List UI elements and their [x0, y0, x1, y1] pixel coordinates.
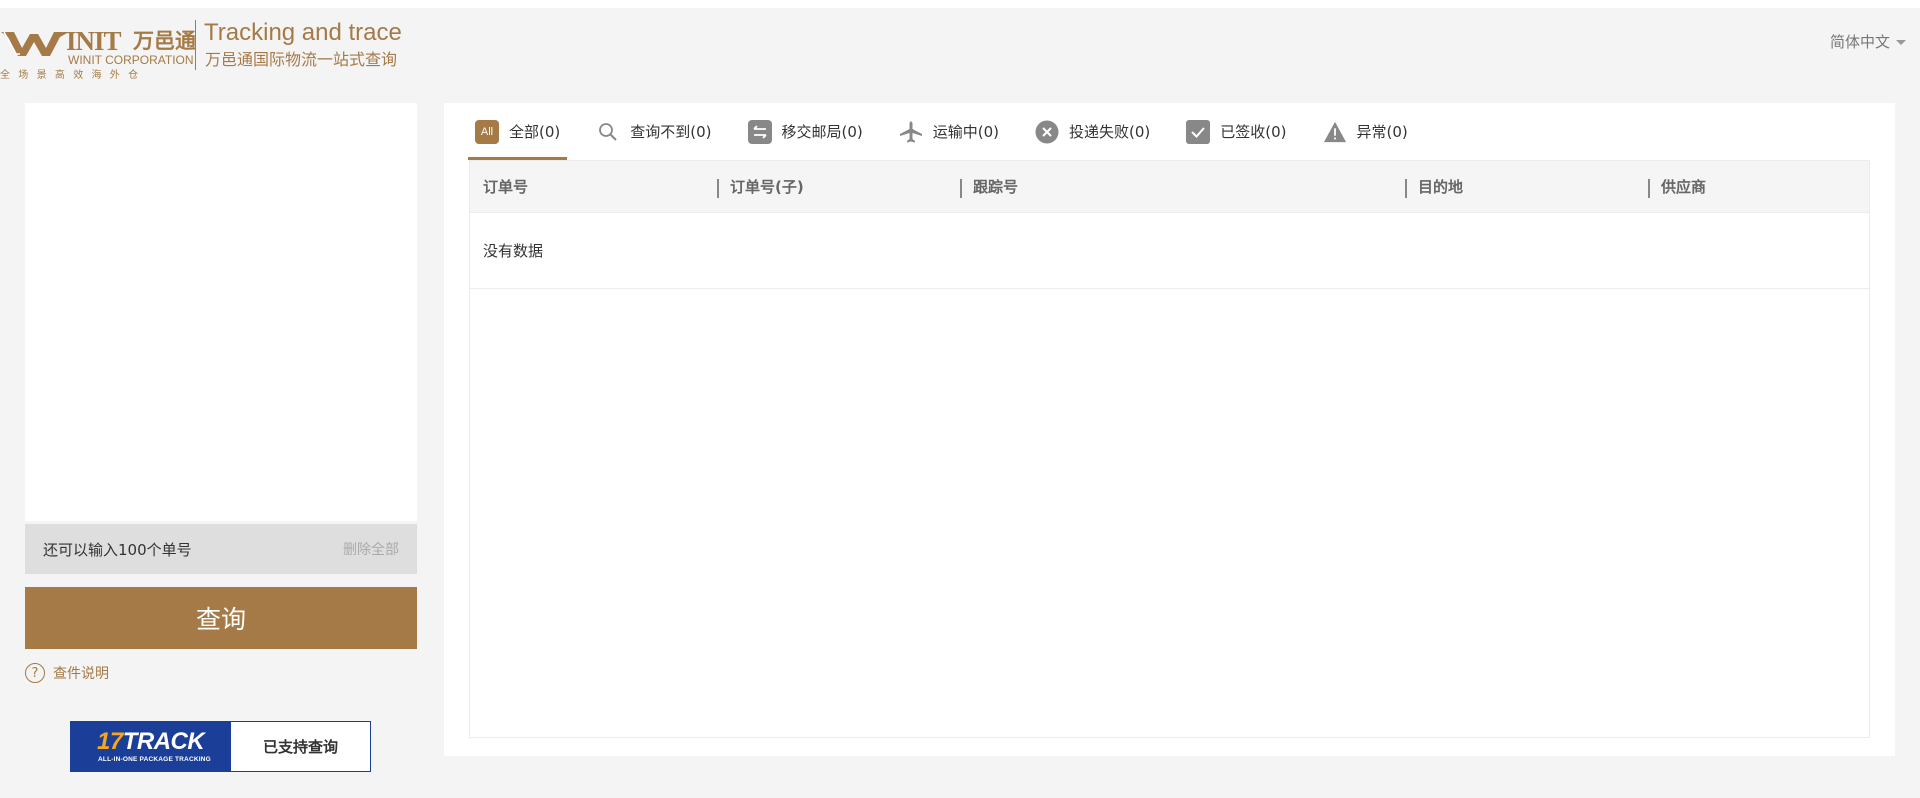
- tab-transferred-to-post[interactable]: 移交邮局(0): [741, 103, 870, 160]
- tab-in-transit-label: 运输中(0): [932, 123, 999, 141]
- results-table: 订单号 订单号(子) 跟踪号 目的地 供应商 没有数据: [469, 160, 1870, 738]
- 17track-logo-text: TRACK: [122, 728, 205, 755]
- tab-exception-label: 异常(0): [1356, 123, 1408, 141]
- airplane-icon: [899, 120, 923, 144]
- page-title: Tracking and trace: [204, 19, 402, 46]
- column-header-sub-order-no[interactable]: 订单号(子): [717, 161, 960, 212]
- all-icon: All: [475, 119, 499, 144]
- failed-icon: [1035, 120, 1059, 144]
- tab-all[interactable]: All 全部(0): [468, 103, 568, 160]
- table-header: 订单号 订单号(子) 跟踪号 目的地 供应商: [470, 161, 1869, 213]
- status-tabs: All 全部(0) 查询不到(0) 移交邮局(0) 运输中(0) 投递失败(0)…: [468, 103, 1437, 160]
- remaining-count-text: 还可以输入100个单号: [43, 540, 192, 559]
- transfer-icon: [747, 119, 772, 144]
- help-link[interactable]: ? 查件说明: [25, 663, 109, 683]
- tab-not-found[interactable]: 查询不到(0): [589, 103, 718, 160]
- logo-brand-cn: 万邑通: [133, 29, 196, 53]
- logo-divider: [195, 20, 196, 70]
- tab-all-label: 全部(0): [509, 123, 561, 141]
- tab-signed[interactable]: 已签收(0): [1179, 103, 1293, 160]
- tab-delivery-failed[interactable]: 投递失败(0): [1028, 103, 1157, 160]
- check-icon: [1186, 119, 1211, 144]
- tracking-number-input-panel: [25, 103, 417, 521]
- column-header-tracking-no[interactable]: 跟踪号: [960, 161, 1405, 212]
- column-header-supplier[interactable]: 供应商: [1648, 161, 1869, 212]
- winit-logo[interactable]: INIT 万邑通 WINIT CORPORATION 全场景高效海外仓: [0, 20, 198, 82]
- column-header-order-no[interactable]: 订单号: [470, 161, 717, 212]
- language-label: 简体中文: [1829, 33, 1890, 51]
- 17track-logo-tagline: ALL-IN-ONE PACKAGE TRACKING: [98, 756, 211, 763]
- column-header-destination[interactable]: 目的地: [1405, 161, 1648, 212]
- query-button[interactable]: 查询: [25, 587, 417, 649]
- chevron-down-icon: [1896, 39, 1906, 45]
- search-icon: [596, 120, 620, 144]
- tab-exception[interactable]: 异常(0): [1316, 103, 1415, 160]
- question-icon: ?: [25, 663, 45, 683]
- 17track-supported-label: 已支持查询: [262, 738, 338, 756]
- empty-table-message: 没有数据: [470, 213, 1869, 289]
- tracking-number-input[interactable]: [25, 103, 417, 521]
- 17track-logo-number: 17: [97, 728, 123, 755]
- page-subtitle: 万邑通国际物流一站式查询: [205, 50, 398, 69]
- clear-all-link[interactable]: 删除全部: [343, 539, 399, 559]
- tab-in-transit[interactable]: 运输中(0): [892, 103, 1006, 160]
- header: INIT 万邑通 WINIT CORPORATION 全场景高效海外仓 Trac…: [0, 8, 1920, 101]
- tab-not-found-label: 查询不到(0): [630, 123, 712, 141]
- result-panel: All 全部(0) 查询不到(0) 移交邮局(0) 运输中(0) 投递失败(0)…: [444, 103, 1895, 756]
- language-selector[interactable]: 简体中文: [1830, 32, 1906, 52]
- top-strip: [0, 0, 1920, 8]
- tab-transferred-label: 移交邮局(0): [781, 123, 863, 141]
- logo-brand-text: INIT: [66, 26, 122, 56]
- 17track-logo-wordmark: 17TRACK: [97, 728, 205, 756]
- logo-slogan: 全场景高效海外仓: [0, 70, 147, 81]
- tab-delivery-failed-label: 投递失败(0): [1069, 123, 1151, 141]
- tab-signed-label: 已签收(0): [1220, 123, 1287, 141]
- logo-corp-text: WINIT CORPORATION: [68, 53, 194, 67]
- 17track-logo: 17TRACK ALL-IN-ONE PACKAGE TRACKING: [71, 722, 231, 771]
- winit-w-mark-icon: [1, 31, 69, 56]
- input-count-bar: 还可以输入100个单号 删除全部: [25, 524, 417, 574]
- warning-icon: [1323, 120, 1347, 144]
- 17track-partner-banner[interactable]: 17TRACK ALL-IN-ONE PACKAGE TRACKING 已支持查…: [70, 721, 371, 772]
- help-text: 查件说明: [53, 666, 109, 682]
